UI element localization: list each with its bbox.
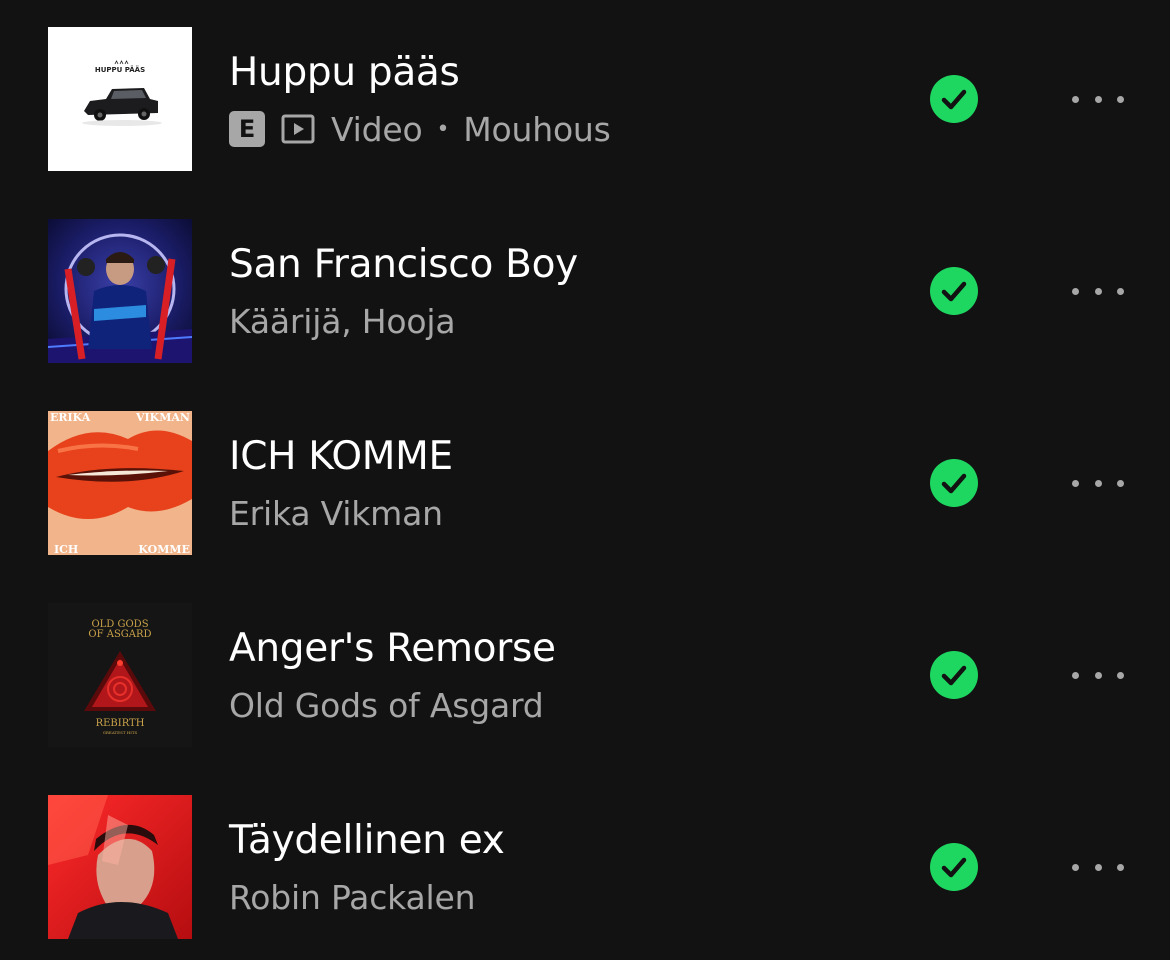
- dot: [1072, 863, 1079, 871]
- track-artist[interactable]: Robin Packalen: [229, 878, 475, 917]
- more-options-button[interactable]: [1068, 847, 1128, 887]
- more-options-button[interactable]: [1068, 271, 1128, 311]
- track-artist[interactable]: Old Gods of Asgard: [229, 686, 544, 725]
- track-type-label: Video: [331, 109, 423, 149]
- track-row[interactable]: ERIKA VIKMAN ICH KOMME ICH KOMME Erika V…: [0, 411, 1170, 555]
- art-text: REBIRTH: [96, 718, 145, 729]
- more-options-button[interactable]: [1068, 463, 1128, 503]
- dot: [1094, 863, 1102, 871]
- art-text: ICH: [54, 543, 78, 555]
- track-title[interactable]: Täydellinen ex: [229, 817, 505, 865]
- track-artist[interactable]: Mouhous: [463, 110, 611, 149]
- downloaded-check-icon: [930, 843, 978, 891]
- art-text: GREATEST HITS: [103, 730, 138, 735]
- album-art: [48, 795, 192, 939]
- dot: [1117, 287, 1124, 295]
- track-list: HUPPU PÄÄS Huppu pääs E Video • Mouhous …: [0, 0, 1170, 960]
- art-text: VIKMAN: [135, 411, 190, 424]
- separator-dot: •: [436, 116, 450, 142]
- downloaded-check-icon: [930, 651, 978, 699]
- dot: [1117, 863, 1124, 871]
- more-options-button[interactable]: [1068, 79, 1128, 119]
- track-row[interactable]: Täydellinen ex Robin Packalen: [0, 795, 1170, 939]
- track-subtitle: Erika Vikman: [229, 491, 443, 535]
- album-art: HUPPU PÄÄS: [48, 27, 192, 171]
- more-options-button[interactable]: [1068, 655, 1128, 695]
- track-subtitle: E Video • Mouhous: [229, 107, 611, 151]
- track-title[interactable]: Huppu pääs: [229, 49, 460, 97]
- dot: [1094, 95, 1102, 103]
- video-play-icon: [281, 114, 315, 144]
- track-artist[interactable]: Erika Vikman: [229, 494, 443, 533]
- art-text: ERIKA: [50, 411, 91, 424]
- track-subtitle: Old Gods of Asgard: [229, 683, 544, 727]
- track-artist[interactable]: Käärijä, Hooja: [229, 302, 456, 341]
- dot: [1117, 479, 1124, 487]
- dot: [1094, 671, 1102, 679]
- dot: [1072, 95, 1079, 103]
- track-title[interactable]: Anger's Remorse: [229, 625, 556, 673]
- album-art: ERIKA VIKMAN ICH KOMME: [48, 411, 192, 555]
- downloaded-check-icon: [930, 75, 978, 123]
- explicit-badge: E: [229, 111, 265, 147]
- track-row[interactable]: San Francisco Boy Käärijä, Hooja: [0, 219, 1170, 363]
- track-title[interactable]: San Francisco Boy: [229, 241, 578, 289]
- album-art: OLD GODS OF ASGARD REBIRTH GREATEST HITS: [48, 603, 192, 747]
- dot: [1117, 671, 1124, 679]
- dot: [1072, 287, 1079, 295]
- downloaded-check-icon: [930, 267, 978, 315]
- album-art: [48, 219, 192, 363]
- track-subtitle: Käärijä, Hooja: [229, 299, 456, 343]
- dot: [1072, 671, 1079, 679]
- downloaded-check-icon: [930, 459, 978, 507]
- track-row[interactable]: HUPPU PÄÄS Huppu pääs E Video • Mouhous: [0, 27, 1170, 171]
- art-text: OF ASGARD: [88, 629, 151, 640]
- art-text: HUPPU PÄÄS: [95, 65, 145, 74]
- dot: [1072, 479, 1079, 487]
- dot: [1094, 287, 1102, 295]
- track-row[interactable]: OLD GODS OF ASGARD REBIRTH GREATEST HITS…: [0, 603, 1170, 747]
- dot: [1094, 479, 1102, 487]
- track-subtitle: Robin Packalen: [229, 875, 475, 919]
- dot: [1117, 95, 1124, 103]
- track-title[interactable]: ICH KOMME: [229, 433, 453, 481]
- art-text: KOMME: [138, 543, 190, 555]
